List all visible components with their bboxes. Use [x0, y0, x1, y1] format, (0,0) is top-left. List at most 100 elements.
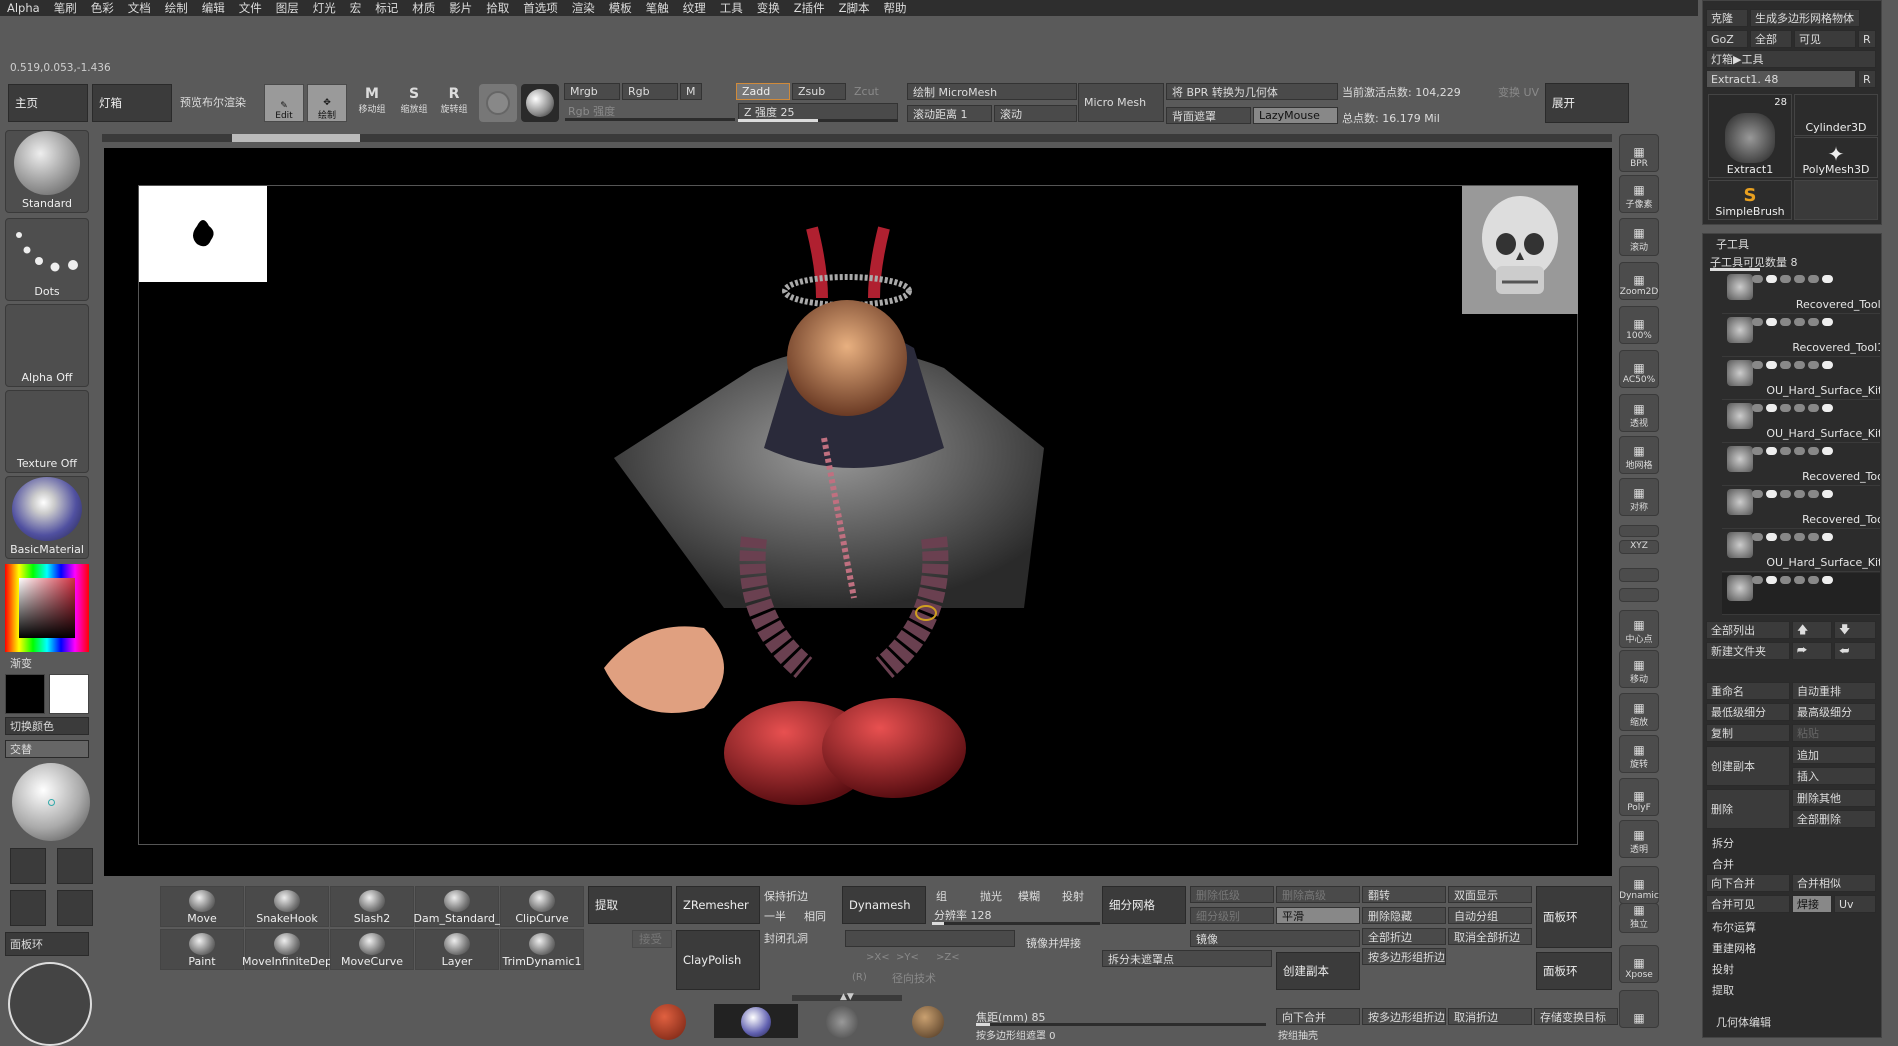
brush-layer[interactable]: Layer — [415, 929, 499, 970]
current-tool-field[interactable]: Extract1. 48 — [1706, 70, 1856, 88]
toggle-icon[interactable] — [1752, 447, 1763, 455]
subtool-item[interactable]: Recovered_Tool1_9 — [1722, 272, 1880, 314]
subtool-item[interactable]: Recovered_Tool1_10 — [1722, 315, 1880, 357]
shelf-button-9[interactable] — [1619, 525, 1659, 537]
toggle-icon[interactable] — [1794, 275, 1805, 283]
focal-length-slider[interactable] — [976, 1023, 1266, 1026]
polish-toggle[interactable]: 抛光 — [980, 888, 1002, 904]
merge-down-button[interactable]: 向下合并 — [1706, 874, 1790, 892]
menu-item[interactable]: 色彩 — [84, 0, 121, 16]
menu-item[interactable]: 材质 — [405, 0, 442, 16]
switch-uv-button[interactable]: 变换 UV — [1498, 84, 1539, 100]
color-sphere-icon[interactable] — [521, 84, 559, 122]
tool-thumb-empty[interactable] — [1794, 180, 1878, 220]
z-axis-button[interactable]: >Z< — [936, 952, 960, 963]
double-sided-button[interactable]: 双面显示 — [1448, 886, 1532, 903]
menu-item[interactable]: 笔刷 — [47, 0, 84, 16]
remesh-section[interactable]: 重建网格 — [1712, 940, 1756, 956]
z-intensity-field[interactable]: Z 强度 25 — [738, 103, 898, 120]
current-tool-r-button[interactable]: R — [1858, 70, 1876, 88]
shelf-button-16[interactable]: ▦ 旋转 — [1619, 735, 1659, 773]
move-up-button[interactable]: 🡅 — [1792, 621, 1832, 639]
toggle-icon[interactable] — [1780, 490, 1791, 498]
toggle-icon[interactable] — [1808, 576, 1819, 584]
dynamesh-field[interactable] — [845, 930, 1015, 947]
tool-thumb-simplebrush[interactable]: S SimpleBrush — [1708, 180, 1792, 220]
folder-out-button[interactable]: ⮨ — [1834, 642, 1876, 660]
menu-item[interactable]: Z脚本 — [832, 0, 877, 16]
zsub-button[interactable]: Zsub — [792, 83, 846, 100]
menu-item[interactable]: 渲染 — [565, 0, 602, 16]
append-button[interactable]: 追加 — [1792, 746, 1876, 764]
tool-thumb-cylinder3d[interactable]: Cylinder3D — [1794, 94, 1878, 136]
menu-item[interactable]: 编辑 — [195, 0, 232, 16]
toggle-icon[interactable] — [1766, 404, 1777, 412]
shelf-button-14[interactable]: ▦ 移动 — [1619, 650, 1659, 688]
menu-item[interactable]: 图层 — [269, 0, 306, 16]
accept-button[interactable]: 接受 — [632, 930, 672, 948]
toggle-icon[interactable] — [1780, 576, 1791, 584]
toggle-icon[interactable] — [1752, 576, 1763, 584]
subtool-toggles[interactable] — [1752, 490, 1833, 498]
goz-visible-button[interactable]: 可见 — [1794, 30, 1856, 48]
subtool-toggles[interactable] — [1752, 275, 1833, 283]
document-canvas[interactable] — [104, 148, 1612, 876]
delete-button[interactable]: 删除 — [1706, 789, 1790, 829]
all-highest-subdiv-button[interactable]: 最高级细分 — [1792, 703, 1876, 721]
polygroup-mask-field[interactable]: 按多边形组遮罩 0 — [976, 1027, 1056, 1042]
menu-item[interactable]: 拾取 — [479, 0, 516, 16]
tool-thumb-extract1[interactable]: 28 Extract1 — [1708, 94, 1792, 178]
subtool-toggles[interactable] — [1752, 447, 1833, 455]
tool-thumb-polymesh3d[interactable]: ✦ PolyMesh3D — [1794, 137, 1878, 178]
move-down-button[interactable]: 🡇 — [1834, 621, 1876, 639]
zcut-button[interactable]: Zcut — [854, 85, 879, 98]
toggle-icon[interactable] — [1780, 533, 1791, 541]
toggle-icon[interactable] — [1766, 275, 1777, 283]
scale-mode-button[interactable]: S 缩放组 — [396, 86, 432, 115]
color-saturation-square[interactable] — [19, 578, 75, 638]
create-duplicate-button[interactable]: 创建副本 — [1276, 952, 1360, 990]
menu-item[interactable]: 文件 — [232, 0, 269, 16]
menu-item[interactable]: 笔触 — [639, 0, 676, 16]
resolution-slider[interactable] — [932, 922, 1100, 925]
shelf-button-11[interactable] — [1619, 568, 1659, 582]
crease-pg-bottom-button[interactable]: 按多边形组折边 — [1362, 1008, 1446, 1025]
subtool-toggles[interactable] — [1752, 533, 1833, 541]
shelf-button-6[interactable]: ▦ 透视 — [1619, 394, 1659, 432]
toggle-icon[interactable] — [1794, 404, 1805, 412]
merge-visible-button[interactable]: 合并可见 — [1706, 895, 1790, 913]
shelf-button-2[interactable]: ▦ 滚动 — [1619, 218, 1659, 256]
shelf-button-22[interactable]: ▦ — [1619, 990, 1659, 1028]
toggle-icon[interactable] — [1794, 447, 1805, 455]
new-folder-button[interactable]: 新建文件夹 — [1706, 642, 1790, 660]
menu-item[interactable]: 绘制 — [158, 0, 195, 16]
toggle-icon[interactable] — [1766, 361, 1777, 369]
split-unmasked-button[interactable]: 拆分未遮罩点 — [1102, 950, 1272, 967]
toggle-icon[interactable] — [1766, 447, 1777, 455]
menu-item[interactable]: 纹理 — [676, 0, 713, 16]
eye-icon[interactable] — [1822, 447, 1833, 455]
delete-hidden-button[interactable]: 删除隐藏 — [1362, 907, 1446, 924]
texture-selector[interactable]: Texture Off — [5, 390, 89, 473]
toggle-icon[interactable] — [1794, 490, 1805, 498]
brush-selector[interactable]: Standard — [5, 130, 89, 213]
secondary-color-swatch[interactable] — [49, 674, 89, 714]
material-swatch-skin-icon[interactable] — [912, 1006, 944, 1038]
duplicate-button[interactable]: 创建副本 — [1706, 746, 1790, 786]
shelf-button-12[interactable] — [1619, 588, 1659, 602]
bpr-to-geometry-button[interactable]: 将 BPR 转换为几何体 — [1166, 83, 1338, 100]
shelf-button-21[interactable]: ▦ Xpose — [1619, 945, 1659, 983]
home-button[interactable]: 主页 — [8, 84, 88, 122]
bpr-preview-button[interactable]: 预览布尔渲染 — [180, 94, 246, 110]
canvas-scrollbar[interactable] — [102, 134, 1612, 142]
brush-clipcurve[interactable]: ClipCurve — [500, 886, 584, 927]
menu-item[interactable]: 帮助 — [876, 0, 913, 16]
half-button[interactable]: 一半 — [764, 908, 786, 924]
dynamesh-button[interactable]: Dynamesh — [842, 886, 926, 924]
shelf-button-13[interactable]: ▦ 中心点 — [1619, 610, 1659, 648]
brush-movecurve[interactable]: MoveCurve — [330, 929, 414, 970]
light-bulb-icon[interactable] — [57, 848, 93, 884]
subtool-item[interactable]: OU_Hard_Surface_Kitbash_P... — [1722, 401, 1880, 443]
auto-reorder-button[interactable]: 自动重排 — [1792, 682, 1876, 700]
del-lower-button[interactable]: 删除低级 — [1190, 886, 1274, 903]
